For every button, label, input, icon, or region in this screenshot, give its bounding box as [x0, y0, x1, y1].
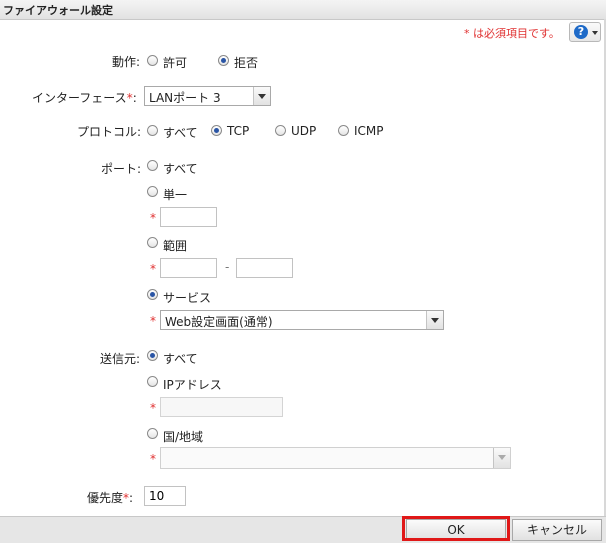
port-range-radio[interactable]: [147, 237, 158, 248]
chevron-down-icon[interactable]: [426, 311, 443, 329]
source-all-radio[interactable]: [147, 350, 158, 361]
port-service-label[interactable]: サービス: [163, 289, 211, 306]
action-label: 動作:: [112, 55, 141, 69]
source-label: 送信元:: [100, 352, 141, 366]
source-ip-radio[interactable]: [147, 376, 158, 387]
protocol-all-label[interactable]: すべて: [163, 124, 198, 141]
port-all-label[interactable]: すべて: [163, 160, 198, 177]
port-range-label[interactable]: 範囲: [163, 237, 187, 254]
required-star: *: [150, 452, 156, 466]
required-star: *: [150, 401, 156, 415]
priority-label-text: 優先度: [87, 491, 124, 505]
action-allow-label[interactable]: 許可: [163, 54, 187, 71]
interface-label-text: インターフェース: [32, 91, 127, 105]
priority-label-colon: :: [129, 491, 134, 505]
range-separator: -: [225, 260, 230, 274]
source-country-select[interactable]: [160, 447, 511, 469]
required-star: *: [150, 211, 156, 225]
cancel-button[interactable]: キャンセル: [512, 519, 602, 541]
protocol-icmp-radio[interactable]: [338, 125, 349, 136]
help-button[interactable]: ?: [569, 22, 601, 42]
chevron-down-icon: [592, 31, 598, 35]
port-range-from-input[interactable]: [160, 258, 217, 278]
port-single-label[interactable]: 単一: [163, 186, 187, 203]
protocol-tcp-label[interactable]: TCP: [227, 124, 249, 138]
interface-select-value: LANポート 3: [149, 91, 221, 105]
port-range-to-input[interactable]: [236, 258, 293, 278]
source-country-radio[interactable]: [147, 428, 158, 439]
interface-label: インターフェース*:: [32, 89, 137, 106]
port-single-radio[interactable]: [147, 186, 158, 197]
protocol-udp-label[interactable]: UDP: [291, 124, 316, 138]
source-ip-input[interactable]: [160, 397, 283, 417]
priority-label: 優先度*:: [87, 489, 133, 506]
port-service-radio[interactable]: [147, 289, 158, 300]
port-service-select-value: Web設定画面(通常): [165, 315, 273, 329]
source-all-label[interactable]: すべて: [163, 350, 198, 367]
action-deny-radio[interactable]: [218, 55, 229, 66]
ok-button-highlight: [402, 516, 510, 541]
port-single-input[interactable]: [160, 207, 217, 227]
chevron-down-icon[interactable]: [493, 448, 510, 468]
port-all-radio[interactable]: [147, 160, 158, 171]
protocol-label: プロトコル:: [77, 125, 142, 139]
port-label: ポート:: [101, 162, 142, 176]
dialog-title: ファイアウォール設定: [3, 4, 113, 17]
dialog-titlebar: ファイアウォール設定: [0, 0, 606, 20]
interface-select[interactable]: LANポート 3: [144, 86, 271, 106]
interface-label-colon: :: [132, 91, 137, 105]
source-ip-label[interactable]: IPアドレス: [163, 376, 222, 393]
protocol-icmp-label[interactable]: ICMP: [354, 124, 384, 138]
required-star: *: [150, 262, 156, 276]
required-note: * は必須項目です。: [464, 27, 560, 40]
priority-input[interactable]: [144, 486, 186, 506]
required-star: *: [150, 314, 156, 328]
source-country-label[interactable]: 国/地域: [163, 428, 203, 445]
port-service-select[interactable]: Web設定画面(通常): [160, 310, 444, 330]
action-allow-radio[interactable]: [147, 55, 158, 66]
chevron-down-icon[interactable]: [253, 87, 270, 105]
protocol-tcp-radio[interactable]: [211, 125, 222, 136]
protocol-all-radio[interactable]: [147, 125, 158, 136]
protocol-udp-radio[interactable]: [275, 125, 286, 136]
action-deny-label[interactable]: 拒否: [234, 54, 258, 71]
help-icon: ?: [574, 25, 588, 39]
